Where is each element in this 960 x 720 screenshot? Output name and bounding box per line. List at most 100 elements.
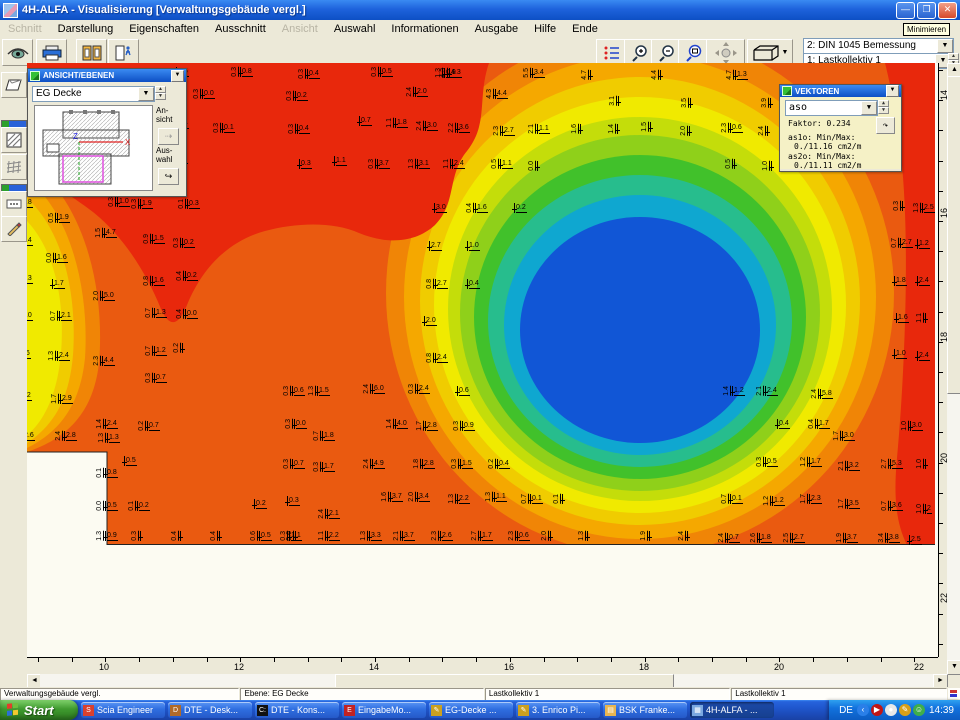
bemessung-combo-arrow[interactable]: ▼: [937, 39, 953, 53]
two-windows-icon: [82, 45, 102, 61]
menu-darstellung[interactable]: Darstellung: [50, 22, 122, 36]
language-back-icon[interactable]: ‹: [857, 704, 869, 716]
x-axis: [27, 657, 938, 658]
vector-value-label: 0.31.5: [451, 459, 473, 469]
svg-text:Z: Z: [73, 132, 78, 141]
ebene-spinner[interactable]: ▲ ▼: [155, 86, 166, 100]
ansicht-ebenen-panel[interactable]: ANSICHT/EBENEN ▼ EG Decke ▼ ▲ ▼: [27, 68, 187, 197]
vector-value-label: 1.72.9: [51, 394, 73, 404]
sketch-button[interactable]: [1, 216, 27, 242]
vector-value-label: 0.30.1: [213, 123, 235, 133]
hatch-fill-button[interactable]: [1, 127, 27, 153]
media-icon[interactable]: ▶: [871, 704, 883, 716]
restore-button[interactable]: ❐: [917, 2, 936, 19]
vektoren-panel[interactable]: VEKTOREN ▼ aso ▼ ▲ ▼ Faktor: 0.234 ↷ as1…: [779, 84, 902, 172]
vector-value-label: 0.7: [358, 116, 372, 126]
ebene-combo-arrow[interactable]: ▼: [138, 87, 154, 101]
vscroll-thumb[interactable]: [947, 76, 960, 394]
spinner-up-icon[interactable]: ▲: [878, 100, 889, 107]
task-dte2[interactable]: C:DTE - Kons...: [255, 702, 339, 718]
vector-value-label: 1.11.8: [386, 118, 408, 128]
task-label: DTE - Kons...: [271, 705, 325, 715]
view-3d-dropdown[interactable]: ▼: [782, 49, 789, 56]
menu-ende[interactable]: Ende: [564, 22, 606, 36]
legend-list-button[interactable]: [596, 39, 627, 66]
vector-value-label: 0.31.9: [131, 199, 153, 209]
vector-value-label: 2.4: [916, 351, 930, 361]
vector-value-label: 2.61.8: [750, 533, 772, 543]
vector-value-label: 2.30.6: [721, 123, 743, 133]
view-3d-button[interactable]: ▼: [747, 39, 793, 66]
refresh-button[interactable]: ↷: [876, 117, 895, 134]
language-indicator[interactable]: DE: [839, 705, 853, 716]
vector-value-label: 0.20.4: [488, 459, 510, 469]
spinner-up-icon[interactable]: ▲: [948, 53, 959, 60]
spinner-up-icon[interactable]: ▲: [155, 86, 166, 93]
vscroll-down-button[interactable]: ▼: [947, 660, 960, 675]
vektoren-panel-titlebar[interactable]: VEKTOREN ▼: [780, 85, 901, 97]
task-scia[interactable]: SScia Engineer: [81, 702, 165, 718]
vector-value-label: 1.63.7: [381, 492, 403, 502]
vector-type-combo[interactable]: aso ▼: [785, 100, 878, 116]
brush-icon[interactable]: ✎: [899, 704, 911, 716]
menu-ausschnitt[interactable]: Ausschnitt: [207, 22, 274, 36]
title-bar: 4H-ALFA - Visualisierung [Verwaltungsgeb…: [0, 0, 960, 20]
x-axis-tick: [442, 658, 443, 662]
x-axis-tick: [207, 658, 208, 662]
y-axis-tick: [939, 312, 943, 313]
vector-value-label: 1.33.3: [360, 531, 382, 541]
plane-3d-button[interactable]: [1, 72, 27, 98]
plan-thumbnail[interactable]: X Z: [34, 105, 153, 191]
ebene-combo[interactable]: EG Decke ▼: [32, 86, 155, 102]
ansicht-apply-button[interactable]: ⇢: [158, 128, 179, 145]
cd-icon[interactable]: ●: [885, 704, 897, 716]
vector-value-label: 2.43.0: [416, 121, 438, 131]
vector-value-label: 0.40.0: [176, 309, 198, 319]
vector-value-label: 1.12.4: [443, 159, 465, 169]
vektoren-panel-collapse-icon[interactable]: ▼: [886, 85, 899, 97]
task-bsk[interactable]: ▤BSK Franke...: [603, 702, 687, 718]
vector-value-label: 0.10.3: [178, 199, 200, 209]
x-axis-tick: [712, 658, 713, 662]
task-label: EG-Decke ...: [445, 705, 497, 715]
vector-type-combo-arrow[interactable]: ▼: [861, 101, 877, 115]
task-alfa[interactable]: ▦4H-ALFA - ...: [690, 702, 774, 718]
vektoren-panel-title: VEKTOREN: [795, 87, 839, 96]
close-button[interactable]: ✕: [938, 2, 957, 19]
view-eye-button[interactable]: [2, 39, 33, 66]
mesh-button[interactable]: [1, 154, 27, 180]
clock[interactable]: 14:39: [929, 705, 954, 716]
ansicht-panel-collapse-icon[interactable]: ▼: [171, 70, 184, 82]
menu-hilfe[interactable]: Hilfe: [526, 22, 564, 36]
menu-eigenschaften[interactable]: Eigenschaften: [121, 22, 207, 36]
zoom-window-button[interactable]: [678, 39, 709, 66]
auswahl-apply-button[interactable]: ↪: [158, 168, 179, 185]
menu-informationen[interactable]: Informationen: [383, 22, 466, 36]
vector-value-label: 2.0: [680, 126, 691, 136]
exit-button[interactable]: [108, 39, 139, 66]
vector-type-spinner[interactable]: ▲ ▼: [878, 100, 889, 114]
dimension-button[interactable]: [1, 191, 27, 217]
vector-value-label: 1.21.2: [763, 496, 785, 506]
compare-windows-button[interactable]: [76, 39, 107, 66]
vector-value-label: 1.93.7: [836, 533, 858, 543]
start-button[interactable]: Start: [0, 700, 78, 720]
vector-value-label: 0.71.8: [313, 431, 335, 441]
menu-ausgabe[interactable]: Ausgabe: [467, 22, 526, 36]
task-dte1[interactable]: DDTE - Desk...: [168, 702, 252, 718]
exit-door-icon: [114, 45, 134, 61]
task-eingabe[interactable]: EEingabeMo...: [342, 702, 426, 718]
bemessung-combo[interactable]: 2: DIN 1045 Bemessung ▼: [803, 38, 954, 54]
minimize-button[interactable]: —: [896, 2, 915, 19]
spinner-down-icon[interactable]: ▼: [155, 93, 166, 100]
task-egdecke[interactable]: ✎EG-Decke ...: [429, 702, 513, 718]
pan-button[interactable]: [706, 39, 745, 66]
spinner-down-icon[interactable]: ▼: [878, 107, 889, 114]
ansicht-panel-titlebar[interactable]: ANSICHT/EBENEN ▼: [28, 69, 186, 82]
task-icon-scia: S: [83, 705, 94, 716]
menu-auswahl[interactable]: Auswahl: [326, 22, 384, 36]
task-enrico[interactable]: ✎3. Enrico Pi...: [516, 702, 600, 718]
vector-value-label: 2.45.8: [811, 389, 833, 399]
messenger-icon[interactable]: ☺: [913, 704, 925, 716]
print-button[interactable]: [36, 39, 67, 66]
